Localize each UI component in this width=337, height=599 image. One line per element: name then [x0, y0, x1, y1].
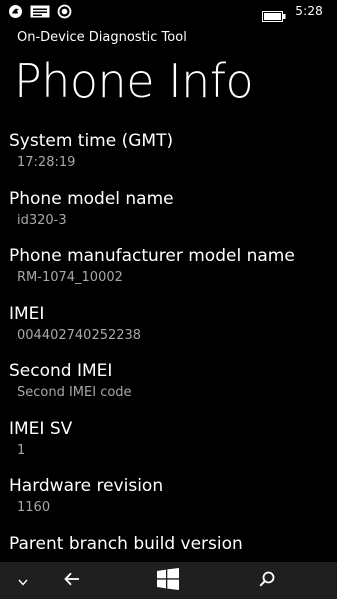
- search-button[interactable]: [247, 562, 287, 599]
- app-subtitle: On-Device Diagnostic Tool: [17, 30, 187, 45]
- info-value: 17:28:19: [17, 155, 76, 170]
- info-item-hardware-revision: Hardware revision 1160: [0, 473, 337, 531]
- info-item-manufacturer-model-name: Phone manufacturer model name RM-1074_10…: [0, 243, 337, 301]
- info-value: RM-1074_10002: [17, 270, 123, 285]
- info-value: 1: [17, 442, 26, 458]
- collapse-nav-button[interactable]: [8, 562, 38, 599]
- info-label: IMEI: [9, 303, 45, 324]
- windows-start-icon: [157, 567, 179, 594]
- info-item-parent-branch-build-version: Parent branch build version: [0, 531, 337, 563]
- info-item-system-time: System time (GMT) 17:28:19: [0, 128, 337, 186]
- message-icon: [30, 4, 50, 23]
- info-label: Phone manufacturer model name: [9, 246, 295, 266]
- status-time: 5:28: [295, 4, 323, 18]
- info-value: 004402740252238: [17, 327, 142, 343]
- info-value: id320-3: [17, 212, 67, 228]
- info-item-imei: IMEI 004402740252238: [0, 301, 337, 359]
- info-label: Second IMEI: [9, 361, 113, 381]
- location-icon: [57, 4, 72, 23]
- chevron-down-icon: [18, 571, 28, 590]
- info-list[interactable]: System time (GMT) 17:28:19 Phone model n…: [0, 128, 337, 562]
- info-value: Second IMEI code: [17, 385, 132, 400]
- info-label: Phone model name: [9, 188, 174, 209]
- back-arrow-icon: [64, 571, 80, 590]
- battery-icon: [262, 7, 286, 26]
- page-title: Phone Info: [14, 54, 254, 108]
- info-label: Parent branch build version: [9, 533, 243, 554]
- info-item-imei-sv: IMEI SV 1: [0, 416, 337, 474]
- info-item-second-imei: Second IMEI Second IMEI code: [0, 358, 337, 416]
- info-value: 1160: [17, 500, 51, 515]
- status-bar: 5:28: [0, 0, 337, 24]
- info-label: Hardware revision: [9, 476, 164, 496]
- info-label: System time (GMT): [9, 131, 174, 151]
- navigation-bar: [0, 562, 337, 599]
- info-label: IMEI SV: [9, 418, 73, 439]
- notification-icon: [8, 4, 23, 23]
- start-button[interactable]: [148, 562, 188, 599]
- search-icon: [259, 571, 275, 591]
- info-item-phone-model-name: Phone model name id320-3: [0, 186, 337, 244]
- back-button[interactable]: [52, 562, 92, 599]
